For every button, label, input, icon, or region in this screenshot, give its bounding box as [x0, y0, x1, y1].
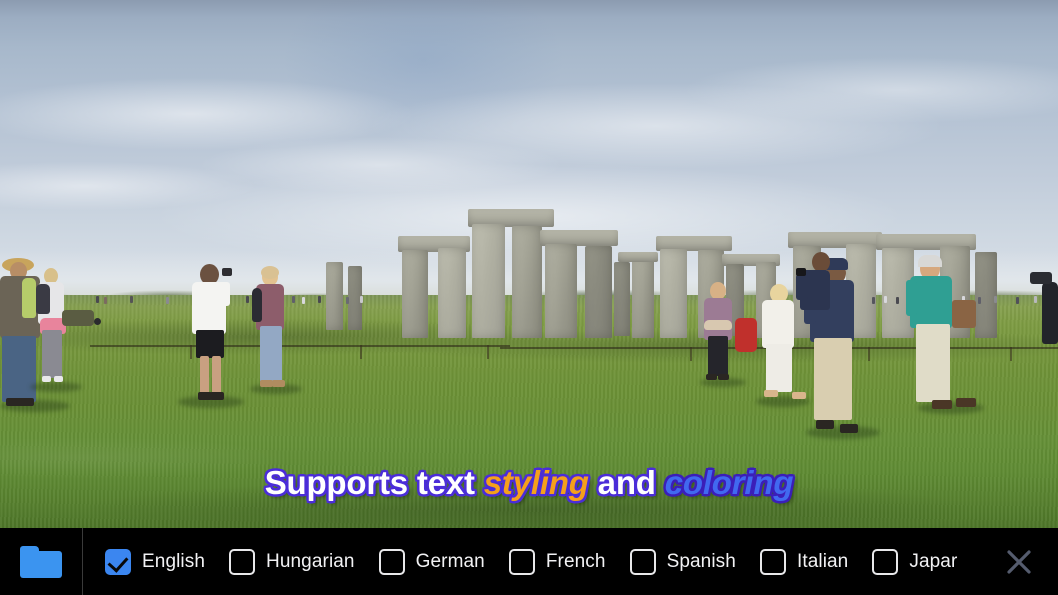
checkbox-french[interactable]: [508, 548, 535, 575]
video-player-window: Supports text styling and coloring Engli…: [0, 0, 1058, 595]
language-label: Japar: [909, 550, 958, 572]
close-icon: [1007, 549, 1031, 574]
checkbox-hungarian[interactable]: [229, 548, 256, 575]
language-label: English: [142, 550, 206, 572]
checkbox-italian[interactable]: [759, 548, 786, 575]
open-folder-button[interactable]: [0, 528, 82, 595]
stonehenge-monument: [0, 0, 1058, 528]
subtitle-segment-and: and: [588, 464, 665, 501]
subtitle-segment-styling: styling: [483, 464, 589, 501]
language-option-italian[interactable]: Italian: [759, 548, 849, 575]
language-option-german[interactable]: German: [378, 548, 485, 575]
language-option-french[interactable]: French: [508, 548, 606, 575]
language-label: Spanish: [666, 550, 736, 572]
language-option-english[interactable]: English: [105, 548, 206, 575]
close-button[interactable]: [980, 528, 1058, 595]
language-label: French: [545, 550, 606, 572]
language-label: German: [415, 550, 485, 572]
checkbox-german[interactable]: [378, 548, 405, 575]
subtitle-overlay: Supports text styling and coloring: [0, 462, 1058, 504]
subtitle-segment-plain: Supports text: [264, 464, 484, 501]
language-option-spanish[interactable]: Spanish: [629, 548, 736, 575]
checkbox-japar[interactable]: [872, 548, 899, 575]
checkbox-english[interactable]: [105, 548, 131, 575]
language-checkbox-list: English Hungarian German French Spanish Itali…: [83, 528, 980, 595]
language-option-hungarian[interactable]: Hungarian: [229, 548, 355, 575]
language-label: Italian: [796, 550, 849, 572]
video-frame[interactable]: Supports text styling and coloring: [0, 0, 1058, 528]
checkbox-spanish[interactable]: [629, 548, 656, 575]
subtitle-language-toolbar: English Hungarian German French Spanish Itali…: [0, 528, 1058, 595]
language-option-japar[interactable]: Japar: [872, 548, 958, 575]
language-label: Hungarian: [266, 550, 355, 572]
folder-icon: [20, 545, 62, 578]
subtitle-segment-coloring: coloring: [664, 464, 794, 501]
